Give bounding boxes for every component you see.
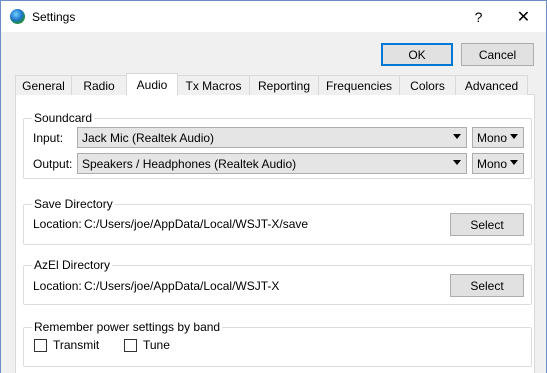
tab-tx-macros[interactable]: Tx Macros	[177, 75, 250, 95]
save-directory-path: C:/Users/joe/AppData/Local/WSJT-X/save	[84, 217, 309, 231]
tab-advanced[interactable]: Advanced	[455, 75, 528, 95]
input-device-select[interactable]: Jack Mic (Realtek Audio)	[77, 127, 467, 148]
window-title: Settings	[32, 10, 76, 24]
azel-directory-select-button[interactable]: Select	[450, 274, 524, 297]
globe-icon	[10, 9, 25, 24]
transmit-label: Transmit	[53, 338, 100, 352]
checkbox-box[interactable]	[124, 338, 137, 352]
tab-audio[interactable]: Audio	[126, 73, 178, 96]
output-device-select[interactable]: Speakers / Headphones (Realtek Audio)	[77, 153, 467, 174]
help-button[interactable]: ?	[456, 1, 501, 32]
chevron-down-icon	[453, 160, 461, 165]
title-bar: Settings ? ✕	[1, 1, 546, 32]
save-location-label: Location:	[33, 217, 82, 231]
output-label: Output:	[33, 157, 73, 171]
input-channel-select[interactable]: Mono	[472, 127, 524, 148]
input-label: Input:	[33, 131, 64, 145]
tune-checkbox[interactable]: Tune	[124, 338, 170, 352]
save-directory-select-button[interactable]: Select	[450, 213, 524, 236]
input-device-value: Jack Mic (Realtek Audio)	[82, 130, 215, 145]
save-directory-title: Save Directory	[32, 197, 115, 211]
cancel-button[interactable]: Cancel	[461, 43, 534, 66]
power-settings-group: Remember power settings by band	[23, 320, 532, 367]
power-settings-title: Remember power settings by band	[32, 320, 223, 334]
chevron-down-icon	[510, 160, 518, 165]
azel-location-label: Location:	[33, 279, 82, 293]
tab-radio[interactable]: Radio	[71, 75, 127, 95]
output-device-value: Speakers / Headphones (Realtek Audio)	[82, 156, 297, 171]
close-button[interactable]: ✕	[501, 1, 546, 32]
azel-directory-path: C:/Users/joe/AppData/Local/WSJT-X	[84, 279, 280, 293]
output-channel-select[interactable]: Mono	[472, 153, 524, 174]
tab-general[interactable]: General	[15, 75, 72, 95]
tab-colors[interactable]: Colors	[399, 75, 456, 95]
azel-directory-title: AzEl Directory	[32, 258, 113, 272]
ok-button[interactable]: OK	[381, 43, 453, 66]
tune-label: Tune	[143, 338, 170, 352]
soundcard-group-title: Soundcard	[32, 111, 95, 125]
transmit-checkbox[interactable]: Transmit	[34, 338, 99, 352]
chevron-down-icon	[510, 134, 518, 139]
settings-window: Settings ? ✕ OK Cancel General Radio Aud…	[0, 0, 547, 373]
chevron-down-icon	[453, 134, 461, 139]
tab-frequencies[interactable]: Frequencies	[318, 75, 400, 95]
output-channel-value: Mono	[477, 156, 508, 171]
tab-reporting[interactable]: Reporting	[249, 75, 319, 95]
checkbox-box[interactable]	[34, 338, 47, 352]
input-channel-value: Mono	[477, 130, 508, 145]
